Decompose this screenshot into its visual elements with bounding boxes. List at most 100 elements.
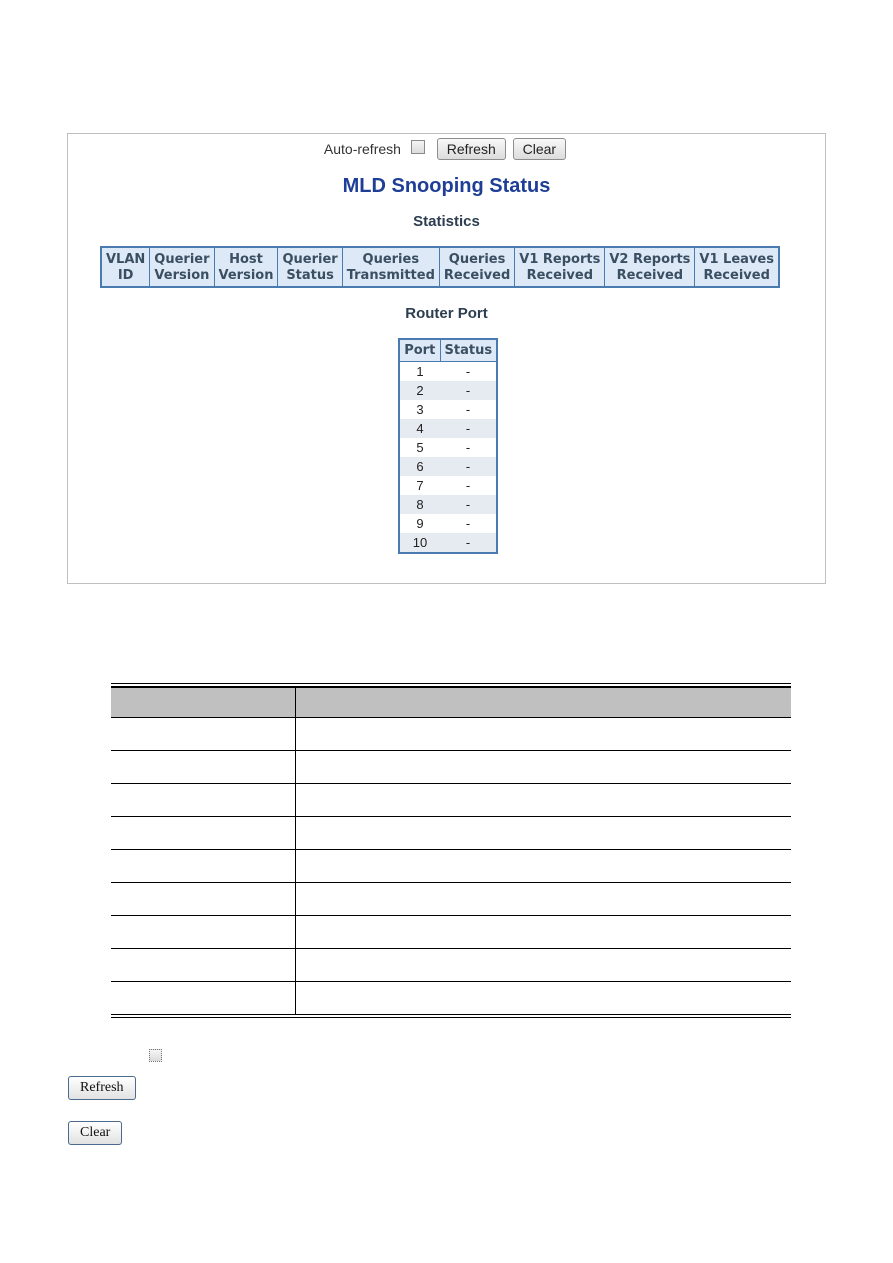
router-port-row: 3- <box>399 400 497 419</box>
port-status: - <box>440 457 498 476</box>
port-status: - <box>465 402 471 417</box>
port-number: 8 <box>399 495 440 514</box>
column-header-line: Queries <box>362 252 420 267</box>
description-text-cell <box>295 717 791 751</box>
column-header-line: Received <box>526 268 594 283</box>
port-number: 1 <box>416 364 424 379</box>
column-header-line: Status <box>286 268 334 283</box>
description-header-row <box>111 687 791 718</box>
description-text-cell <box>295 750 791 784</box>
description-text-cell <box>295 849 791 883</box>
statistics-column-header: Queries Transmitted <box>341 246 440 288</box>
column-header-line: Received <box>616 268 684 283</box>
statistics-column-header: Querier Version <box>149 246 215 288</box>
description-object-cell <box>111 816 296 850</box>
description-object-cell <box>111 750 296 784</box>
description-text-cell <box>295 783 791 817</box>
description-row <box>111 948 791 982</box>
column-header-line: V2 Reports <box>609 252 691 267</box>
column-header-port: Port <box>398 338 441 362</box>
refresh-button[interactable]: Refresh <box>436 138 506 160</box>
router-port-row: 5- <box>399 438 497 457</box>
port-number: 6 <box>399 457 440 476</box>
port-status: - <box>440 495 498 514</box>
statistics-column-header: V1 Reports Received <box>514 246 606 288</box>
statistics-column-header: Querier Status <box>277 246 343 288</box>
statistics-column-header: V1 Leaves Received <box>694 246 780 288</box>
port-status: - <box>465 440 471 455</box>
port-status: - <box>440 533 498 553</box>
router-port-row: 9- <box>399 514 497 533</box>
column-header-line: Transmitted <box>346 268 435 283</box>
description-header-description <box>295 687 791 718</box>
description-row <box>111 750 791 784</box>
column-header-line: Host <box>229 252 263 267</box>
description-object-cell <box>111 849 296 883</box>
router-port-row: 8- <box>399 495 498 514</box>
description-row <box>111 783 791 817</box>
port-status: - <box>440 381 498 400</box>
router-port-row: 7- <box>399 476 497 495</box>
port-number: 2 <box>399 381 440 400</box>
description-row <box>111 816 791 850</box>
statistics-heading: Statistics <box>413 213 480 230</box>
refresh-bar: Auto-refresh Refresh Clear <box>68 138 825 160</box>
router-port-header-row: Port Status <box>398 338 498 362</box>
port-status: - <box>465 516 471 531</box>
column-header-line: Version <box>154 268 210 283</box>
router-port-row: 10- <box>399 533 498 553</box>
description-row <box>111 981 791 1018</box>
port-status: - <box>465 364 471 379</box>
column-header-line: ID <box>117 268 134 283</box>
column-header-line: Received <box>443 268 511 283</box>
port-number: 9 <box>416 516 424 531</box>
auto-refresh-label: Auto-refresh <box>323 141 401 157</box>
page-title: MLD Snooping Status <box>342 175 551 197</box>
description-text-cell <box>295 948 791 982</box>
port-number: 7 <box>416 478 424 493</box>
statistics-table: VLAN ID Querier Version Host Version Querier St… <box>100 246 780 288</box>
description-text-cell <box>295 882 791 916</box>
description-text-cell <box>295 981 791 1018</box>
port-number: 3 <box>416 402 424 417</box>
description-object-cell <box>111 948 296 982</box>
column-header-line: Querier <box>154 252 210 267</box>
clear-button[interactable]: Clear <box>512 138 567 160</box>
auto-refresh-checkbox[interactable] <box>410 140 425 154</box>
port-status: - <box>440 419 498 438</box>
statistics-column-header: V2 Reports Received <box>604 246 696 288</box>
clear-button-doc[interactable]: Clear <box>68 1121 123 1145</box>
description-object-cell <box>111 783 296 817</box>
description-row <box>111 882 791 916</box>
statistics-header-row: VLAN ID Querier Version Host Version Querier St… <box>100 246 780 288</box>
statistics-column-header: Host Version <box>213 246 279 288</box>
column-header-line: V1 Leaves <box>699 252 774 267</box>
column-header-line: VLAN <box>106 252 146 267</box>
router-port-row: 4- <box>399 419 498 438</box>
port-number: 5 <box>416 440 424 455</box>
column-header-line: Version <box>218 268 274 283</box>
port-number: 4 <box>399 419 440 438</box>
router-port-table: Port Status 1-2-3-4-5-6-7-8-9-10- <box>398 338 499 554</box>
column-header-line: V1 Reports <box>519 252 601 267</box>
router-port-row: 1- <box>399 362 497 382</box>
column-header-line: Queries <box>448 252 506 267</box>
column-header-status: Status <box>439 338 498 362</box>
statistics-column-header: Queries Received <box>438 246 516 288</box>
router-port-row: 6- <box>399 457 498 476</box>
router-port-row: 2- <box>399 381 498 400</box>
description-row <box>111 717 791 751</box>
description-object-cell <box>111 915 296 949</box>
port-status: - <box>465 478 471 493</box>
refresh-button-doc[interactable]: Refresh <box>68 1076 136 1100</box>
statistics-column-header: VLAN ID <box>100 246 151 288</box>
mld-snooping-status-screenshot: Auto-refresh Refresh Clear MLD Snooping … <box>67 133 826 584</box>
description-header-object <box>111 687 296 718</box>
column-header-line: Querier <box>282 252 338 267</box>
description-row <box>111 915 791 949</box>
description-object-cell <box>111 717 296 751</box>
description-text-cell <box>295 915 791 949</box>
description-object-cell <box>111 981 296 1018</box>
auto-refresh-checkbox-doc[interactable] <box>149 1049 162 1062</box>
description-row <box>111 849 791 883</box>
